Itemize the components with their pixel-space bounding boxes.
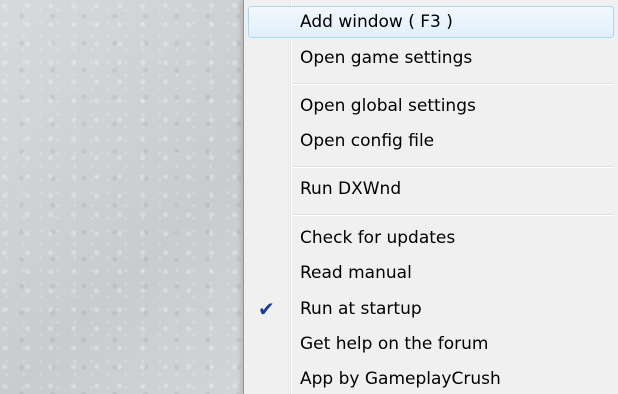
menu-item-read-manual[interactable]: Read manual xyxy=(248,257,614,289)
menu-item-label: Open config file xyxy=(300,131,435,151)
menu-item-label: Read manual xyxy=(300,263,412,283)
desktop-background xyxy=(0,0,244,394)
menu-separator xyxy=(292,166,614,168)
menu-item-label: App by GameplayCrush xyxy=(300,369,501,389)
context-menu: Add window ( F3 ) Open game settings Ope… xyxy=(243,0,618,394)
menu-item-get-help-on-forum[interactable]: Get help on the forum xyxy=(248,328,614,360)
checkmark-icon: ✔ xyxy=(258,297,275,321)
menu-item-label: Run at startup xyxy=(300,299,422,319)
menu-item-label: Add window ( F3 ) xyxy=(300,12,453,32)
menu-item-run-dxwnd[interactable]: Run DXWnd xyxy=(248,173,614,205)
menu-item-add-window[interactable]: Add window ( F3 ) xyxy=(248,6,614,38)
menu-separator xyxy=(292,214,614,216)
menu-item-label: Get help on the forum xyxy=(300,334,489,354)
menu-item-label: Open global settings xyxy=(300,96,476,116)
menu-item-open-config-file[interactable]: Open config file xyxy=(248,125,614,157)
menu-item-open-global-settings[interactable]: Open global settings xyxy=(248,90,614,122)
menu-item-app-by-gameplaycrush[interactable]: App by GameplayCrush xyxy=(248,363,614,394)
menu-item-run-at-startup[interactable]: ✔ Run at startup xyxy=(248,293,614,325)
menu-item-label: Run DXWnd xyxy=(300,179,402,199)
menu-item-label: Open game settings xyxy=(300,48,473,68)
menu-item-label: Check for updates xyxy=(300,228,456,248)
menu-separator xyxy=(292,83,614,85)
menu-item-check-for-updates[interactable]: Check for updates xyxy=(248,222,614,254)
menu-item-open-game-settings[interactable]: Open game settings xyxy=(248,42,614,74)
